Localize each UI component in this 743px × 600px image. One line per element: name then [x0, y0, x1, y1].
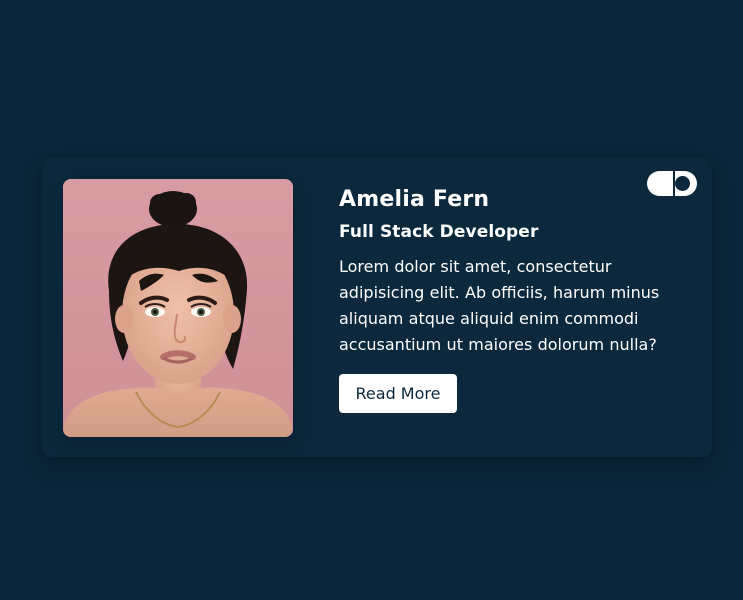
- profile-bio: Lorem dolor sit amet, consectetur adipis…: [339, 257, 660, 354]
- profile-card: Amelia Fern Full Stack Developer Lorem d…: [42, 158, 712, 457]
- profile-details: Amelia Fern Full Stack Developer Lorem d…: [339, 185, 689, 413]
- profile-name: Amelia Fern: [339, 187, 490, 212]
- profile-photo: [63, 179, 293, 437]
- profile-title: Full Stack Developer: [339, 222, 539, 242]
- read-more-button[interactable]: Read More: [339, 374, 457, 413]
- portrait-image: [63, 179, 293, 437]
